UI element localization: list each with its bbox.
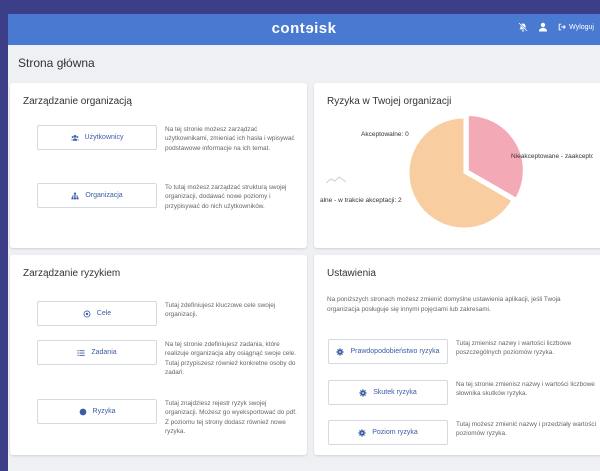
risks-button[interactable]: Ryzyka: [37, 399, 157, 424]
goals-description: Tutaj zdefiniujesz kluczowe cele swojej …: [165, 302, 276, 319]
organization-card: Zarządzanie organizacją Użytkownicy Na t…: [10, 83, 307, 248]
gear-icon: [358, 428, 366, 437]
settings-row-impact: Skutek ryzyka Na tej stronie zmienisz na…: [328, 380, 600, 410]
app-logo[interactable]: conteisk: [8, 20, 600, 37]
users-description: Na tej stronie możesz zarządzać użytkown…: [165, 126, 295, 152]
probability-button-label: Prawdopodobieństwo ryzyka: [350, 348, 440, 355]
users-icon: [70, 134, 79, 141]
risk-pie-chart: [408, 114, 524, 229]
goals-button[interactable]: Cele: [37, 301, 157, 326]
logout-label: Wyloguj: [569, 23, 594, 31]
level-button-label: Poziom ryzyka: [372, 429, 418, 436]
level-button[interactable]: Poziom ryzyka: [328, 420, 448, 445]
organization-card-title: Zarządzanie organizacją: [23, 96, 132, 107]
tasks-button[interactable]: Zadania: [37, 340, 157, 365]
settings-row-level: Poziom ryzyka Tutaj możesz zmienić nazwy…: [328, 420, 600, 450]
user-icon[interactable]: [538, 22, 548, 32]
risk-chart-card: Ryzyka w Twojej organizacji Akceptowalne…: [314, 83, 600, 248]
gear-icon: [359, 388, 367, 397]
settings-title: Ustawienia: [327, 268, 376, 279]
risk-row-tasks: Zadania Na tej stronie zdefiniujesz zada…: [37, 340, 297, 376]
probability-button[interactable]: Prawdopodobieństwo ryzyka: [328, 339, 448, 364]
organization-button-label: Organizacja: [85, 192, 123, 199]
risks-button-label: Ryzyka: [92, 408, 116, 415]
logout-button[interactable]: Wyloguj: [558, 23, 594, 31]
pie-label-unacceptable-accepted: Nieakceptowane - zaakcepto: [511, 153, 593, 160]
impact-button-label: Skutek ryzyka: [373, 389, 417, 396]
settings-row-probability: Prawdopodobieństwo ryzyka Tutaj zmienisz…: [328, 339, 600, 369]
probability-description: Tutaj zmienisz nazwy i wartości liczbowe…: [456, 340, 572, 357]
pie-label-acceptable: Akceptowalne: 0: [361, 131, 409, 138]
sitemap-icon: [71, 192, 79, 199]
list-icon: [77, 349, 85, 356]
settings-intro: Na poniższych stronach możesz zmienić do…: [327, 296, 561, 313]
risk-management-card: Zarządzanie ryzykiem Cele Tutaj zdefiniu…: [10, 255, 307, 455]
notifications-off-icon[interactable]: [518, 22, 528, 32]
sparkline-icon: [326, 176, 346, 184]
users-button-label: Użytkownicy: [84, 134, 124, 141]
organization-button[interactable]: Organizacja: [37, 183, 157, 208]
top-navbar: conteisk Wyloguj: [8, 14, 600, 45]
risk-management-title: Zarządzanie ryzykiem: [23, 268, 121, 279]
risks-description: Tutaj znajdziesz rejestr ryzyk swojej or…: [165, 400, 297, 436]
risk-row-risks: Ryzyka Tutaj znajdziesz rejestr ryzyk sw…: [37, 399, 297, 435]
settings-card: Ustawienia Na poniższych stronach możesz…: [314, 255, 600, 455]
organization-row-users: Użytkownicy Na tej stronie możesz zarząd…: [37, 125, 297, 155]
users-button[interactable]: Użytkownicy: [37, 125, 157, 150]
tasks-button-label: Zadania: [91, 349, 117, 356]
impact-button[interactable]: Skutek ryzyka: [328, 380, 448, 405]
target-icon: [83, 310, 91, 317]
organization-description: To tutaj możesz zarządzać strukturą swoj…: [165, 184, 287, 210]
goals-button-label: Cele: [96, 310, 112, 317]
page-title: Strona główna: [18, 56, 95, 70]
pie-label-in-acceptance: alne - w trakcie akceptacji: 2: [320, 197, 402, 204]
risk-row-goals: Cele Tutaj zdefiniujesz kluczowe cele sw…: [37, 301, 297, 331]
level-description: Tutaj możesz zmienić nazwy i przedziały …: [456, 421, 597, 438]
circle-icon: [79, 408, 86, 415]
impact-description: Na tej stronie zmienisz nazwy i wartości…: [456, 381, 595, 398]
gear-icon: [336, 347, 345, 356]
organization-row-structure: Organizacja To tutaj możesz zarządzać st…: [37, 183, 297, 213]
logout-icon: [558, 23, 567, 31]
app-window: conteisk Wyloguj Strona główna Zarządzan…: [8, 14, 600, 471]
tasks-description: Na tej stronie zdefiniujesz zadania, któ…: [165, 341, 297, 377]
risk-chart-title: Ryzyka w Twojej organizacji: [327, 96, 452, 107]
